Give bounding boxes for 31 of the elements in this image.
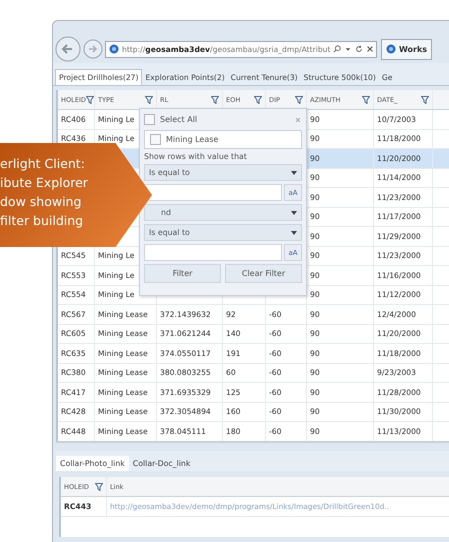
search-icon[interactable] <box>333 45 342 53</box>
value-field[interactable] <box>144 244 282 261</box>
back-button[interactable] <box>55 36 81 62</box>
filter-icon[interactable] <box>421 96 429 104</box>
callout-text: dow showing <box>0 193 82 211</box>
close-icon[interactable] <box>366 45 374 53</box>
callout-text: ibute Explorer <box>0 174 88 192</box>
filter-icon[interactable] <box>86 96 94 104</box>
filter-icon[interactable] <box>211 96 219 104</box>
caret-icon[interactable] <box>344 45 352 53</box>
globe-icon <box>386 44 396 54</box>
filter-icon[interactable] <box>254 96 262 104</box>
checkbox-label: Select All <box>160 115 198 124</box>
filter-button[interactable]: Filter <box>144 264 221 283</box>
filter-icon[interactable] <box>95 482 103 490</box>
caret-icon <box>291 210 297 214</box>
filter-icon[interactable] <box>362 96 370 104</box>
callout-text: erlight Client: <box>0 155 85 173</box>
checkbox-label: Mining Lease <box>166 135 218 144</box>
checkbox[interactable] <box>150 134 161 145</box>
checkbox[interactable] <box>144 114 155 125</box>
caret-icon <box>291 170 297 174</box>
refresh-icon[interactable] <box>355 45 364 53</box>
filter-button[interactable]: Clear Filter <box>225 264 302 283</box>
callout-text: filter building <box>0 212 84 230</box>
value-field[interactable] <box>144 184 282 201</box>
filter-icon[interactable] <box>145 96 153 104</box>
browser-tab[interactable]: Works <box>381 38 432 60</box>
caret-icon <box>291 230 297 234</box>
globe-icon <box>109 44 119 54</box>
filter-icon[interactable] <box>295 96 303 104</box>
